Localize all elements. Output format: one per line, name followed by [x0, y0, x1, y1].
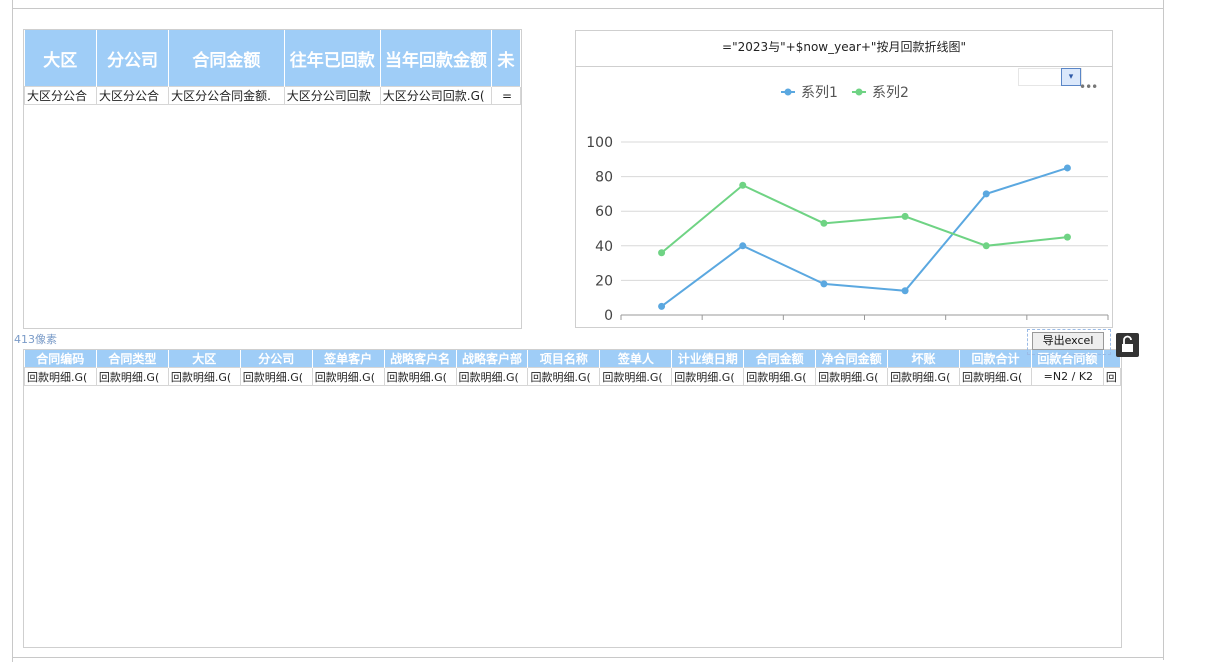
header-region[interactable]: 大区 [24, 30, 98, 87]
unlock-icon-glyph [1122, 335, 1133, 352]
series-line [660, 184, 1068, 254]
y-tick-label: 0 [604, 308, 613, 324]
line-chart: 020406080100分类1分类2分类3分类4分类5分类6系列1系列2 [586, 85, 1109, 324]
data-point [658, 302, 666, 310]
detail-cell[interactable]: 回款明细.G( [527, 367, 601, 386]
frame-left-line [12, 0, 13, 662]
export-button-frame: 导出excel [1027, 329, 1111, 355]
header-previous-payment[interactable]: 往年已回款 [284, 30, 381, 87]
detail-cell[interactable]: 回款明细.G( [958, 367, 1032, 386]
detail-header-cell[interactable]: 合同金额 [743, 350, 817, 368]
detail-cell[interactable]: =N2 / K2 [1030, 367, 1104, 386]
detail-cell[interactable]: 回款明细.G( [167, 367, 241, 386]
frame-right-line [1163, 0, 1164, 660]
legend-marker [784, 88, 792, 96]
frame-bottom-line [12, 657, 1164, 658]
chart-title[interactable]: ="2023与"+$now_year+"按月回款折线图" [576, 31, 1112, 67]
y-tick-label: 40 [595, 239, 613, 255]
dropdown-arrow-icon[interactable]: ▾ [1061, 68, 1081, 86]
summary-table-grid: 大区 分公司 合同金额 往年已回款 当年回款金额 未 大区分公合 大区分公合 大… [24, 30, 521, 105]
detail-header-cell[interactable]: 分公司 [240, 350, 313, 368]
legend-label: 系列2 [872, 85, 909, 101]
detail-header-cell[interactable]: 回款合计 [959, 350, 1032, 368]
summary-table: 大区 分公司 合同金额 往年已回款 当年回款金额 未 大区分公合 大区分公合 大… [24, 30, 521, 105]
header-truncated[interactable]: 未 [491, 30, 521, 87]
detail-cell[interactable]: 回款明细.G( [455, 367, 529, 386]
detail-cell[interactable]: 回款明细.G( [311, 367, 385, 386]
data-point [901, 287, 909, 295]
y-tick-label: 20 [595, 273, 613, 289]
detail-cell[interactable]: 回款明细.G( [95, 367, 169, 386]
unlock-icon[interactable] [1116, 333, 1139, 357]
detail-header-cell[interactable]: 签单客户 [312, 350, 385, 368]
data-point [982, 190, 990, 198]
legend-marker [855, 88, 863, 96]
detail-header-cell[interactable]: 合同编码 [24, 350, 97, 368]
legend-label: 系列1 [801, 85, 838, 101]
chart-area[interactable]: 020406080100分类1分类2分类3分类4分类5分类6系列1系列2 ▾ •… [576, 67, 1112, 327]
chart-dropdown[interactable]: ▾ [1018, 68, 1082, 86]
detail-panel [23, 349, 1122, 648]
detail-header-cell[interactable]: 战略客户部 [456, 350, 529, 368]
detail-table-grid: 合同编码 合同类型 大区 分公司 签单客户 战略客户名 战略客户部 项目名称 签单人 计业绩日期合… [24, 350, 1121, 386]
detail-cell[interactable]: 回款明细.G( [24, 367, 97, 386]
detail-table: 合同编码 合同类型 大区 分公司 签单客户 战略客户名 战略客户部 项目名称 签单人 计业绩日期合… [24, 350, 1121, 388]
detail-header-cell[interactable]: 项目名称 [527, 350, 601, 368]
detail-cell[interactable]: 回 [1102, 367, 1121, 386]
summary-row: 大区分公合 大区分公合 大区分公合同金额. 大区分公司回款 大区分公司回款.G(… [24, 86, 521, 105]
data-point [901, 212, 909, 220]
more-icon[interactable]: ••• [1079, 81, 1098, 93]
frame-top-line [12, 8, 1164, 9]
detail-header-cell[interactable]: 计业绩日期 [671, 350, 745, 368]
summary-cell[interactable]: = [491, 86, 521, 105]
data-point [982, 242, 990, 250]
detail-header-cell[interactable]: 合同类型 [96, 350, 169, 368]
data-point [739, 242, 747, 250]
summary-cell[interactable]: 大区分公合 [24, 86, 98, 105]
data-point [1063, 233, 1071, 241]
data-point [820, 219, 828, 227]
detail-cell[interactable]: 回款明细.G( [383, 367, 457, 386]
detail-row: 回款明细.G(回款明细.G(回款明细.G(回款明细.G(回款明细.G(回款明细.… [24, 367, 1121, 386]
series-line [660, 166, 1068, 308]
detail-header-row: 合同编码 合同类型 大区 分公司 签单客户 战略客户名 战略客户部 项目名称 签单人 计业绩日期合… [24, 350, 1121, 368]
data-point [1063, 164, 1071, 172]
y-tick-label: 60 [595, 204, 613, 220]
y-tick-label: 100 [586, 135, 613, 151]
data-point [820, 280, 828, 288]
data-point [658, 249, 666, 257]
summary-cell[interactable]: 大区分公合同金额. [168, 86, 285, 105]
detail-cell[interactable]: 回款明细.G( [815, 367, 889, 386]
detail-header-cell[interactable]: 签单人 [599, 350, 673, 368]
detail-cell[interactable]: 回款明细.G( [599, 367, 673, 386]
header-contract-amount[interactable]: 合同金额 [168, 30, 285, 87]
pixel-size-label: 413像素 [14, 333, 57, 346]
summary-cell[interactable]: 大区分公司回款 [283, 86, 381, 105]
detail-header-cell[interactable]: 战略客户名 [384, 350, 457, 368]
summary-cell[interactable]: 大区分公合 [96, 86, 170, 105]
detail-header-cell[interactable]: 大区 [168, 350, 241, 368]
header-branch[interactable]: 分公司 [96, 30, 170, 87]
detail-header-cell[interactable]: 净合同金额 [815, 350, 889, 368]
chart-panel: ="2023与"+$now_year+"按月回款折线图" 0 20 40 60 80 10… [575, 30, 1113, 328]
detail-cell[interactable]: 回款明细.G( [239, 367, 313, 386]
export-excel-button[interactable]: 导出excel [1032, 332, 1104, 350]
detail-header-cell[interactable]: 坏账 [887, 350, 960, 368]
y-tick-label: 80 [595, 170, 613, 186]
summary-cell[interactable]: 大区分公司回款.G( [379, 86, 493, 105]
detail-cell[interactable]: 回款明细.G( [671, 367, 745, 386]
detail-cell[interactable]: 回款明细.G( [743, 367, 817, 386]
detail-cell[interactable]: 回款明细.G( [887, 367, 960, 386]
header-current-year-payment[interactable]: 当年回款金额 [380, 30, 493, 87]
data-point [739, 181, 747, 189]
